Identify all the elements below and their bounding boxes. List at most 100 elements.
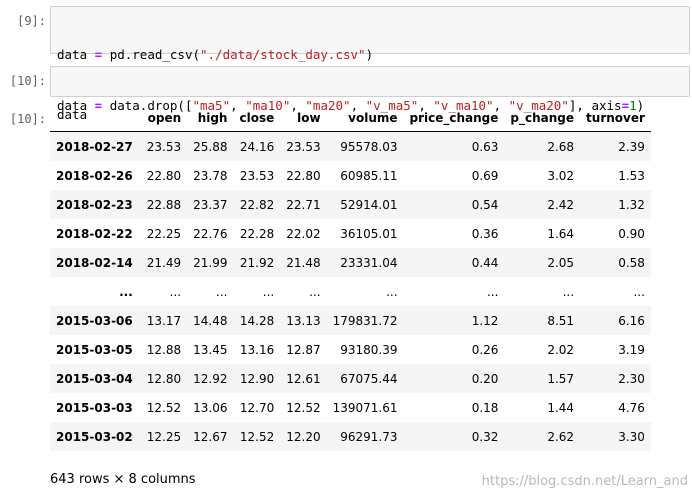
table-cell: 0.63: [471, 139, 499, 154]
row-index: 2015-03-03: [56, 400, 133, 415]
table-cell: 12.20: [286, 429, 321, 444]
table-cell: 3.30: [618, 429, 645, 444]
table-row: 2015-03-03 12.52 13.06 12.70 12.52 139071.61 0…: [50, 393, 651, 422]
table-cell: 0.18: [471, 400, 499, 415]
table-cell: 0.69: [471, 168, 499, 183]
column-header: low: [280, 104, 327, 132]
code-line: data = pd.read_csv("./data/stock_day.csv…: [57, 46, 683, 63]
table-cell: 12.70: [239, 400, 275, 415]
code-token: =: [87, 47, 110, 62]
table-cell: 25.88: [193, 139, 228, 154]
table-cell: 23.53: [146, 139, 182, 154]
column-header: high: [187, 104, 234, 132]
table-cell: 3.19: [618, 342, 645, 357]
table-cell: 22.28: [239, 226, 275, 241]
table-cell: 12.52: [146, 400, 182, 415]
table-cell: 0.58: [618, 255, 645, 270]
table-cell: 2.68: [547, 139, 575, 154]
input-prompt: [9]:: [17, 14, 46, 28]
table-cell: 12.25: [146, 429, 182, 444]
table-cell: 0.36: [471, 226, 499, 241]
table-cell: 12.67: [193, 429, 228, 444]
table-cell: 12.61: [286, 371, 321, 386]
table-cell: ...: [262, 284, 275, 299]
column-header: volume: [326, 104, 404, 132]
table-cell: 13.06: [193, 400, 228, 415]
table-cell: 6.16: [618, 313, 645, 328]
row-index: 2018-02-22: [56, 226, 133, 241]
table-cell: 2.02: [547, 342, 575, 357]
table-cell: 1.44: [547, 400, 575, 415]
code-editor[interactable]: data = pd.read_csv("./data/stock_day.csv…: [50, 6, 690, 113]
table-row: 2015-03-02 12.25 12.67 12.52 12.20 96291.73 0.…: [50, 422, 651, 451]
table-cell: 22.80: [286, 168, 321, 183]
column-header: price_change: [403, 104, 505, 132]
table-row: 2018-02-22 22.25 22.76 22.28 22.02 36105.01 0.…: [50, 219, 651, 248]
table-cell: 1.64: [547, 226, 575, 241]
watermark-text: https://blog.csdn.net/Learn_and: [481, 474, 688, 489]
table-row: 2015-03-06 13.17 14.48 14.28 13.13 179831.72 1…: [50, 306, 651, 335]
table-cell: 0.44: [471, 255, 499, 270]
table-cell: 22.80: [146, 168, 182, 183]
table-cell: ...: [633, 284, 645, 299]
table-cell: ...: [309, 284, 321, 299]
table-cell: 22.88: [146, 197, 182, 212]
table-cell: ...: [169, 284, 182, 299]
table-cell: 96291.73: [340, 429, 398, 444]
table-cell: 21.48: [286, 255, 321, 270]
table-cell: 21.49: [146, 255, 182, 270]
table-cell: 139071.61: [332, 400, 398, 415]
row-index: ...: [119, 284, 133, 299]
table-cell: 21.92: [239, 255, 275, 270]
table-cell: 1.12: [471, 313, 499, 328]
table-header-row: open high close low volume price_change p_chan…: [50, 104, 651, 132]
table-cell: 24.16: [239, 139, 275, 154]
table-cell: 1.32: [618, 197, 645, 212]
output-prompt: [10]:: [9, 112, 46, 126]
table-cell: 12.92: [193, 371, 228, 386]
table-cell: 23331.04: [340, 255, 398, 270]
row-index: 2018-02-27: [56, 139, 133, 154]
table-cell: 3.02: [547, 168, 575, 183]
table-row: ...........................: [50, 277, 651, 306]
table-cell: 23.78: [193, 168, 228, 183]
table-cell: 8.51: [547, 313, 575, 328]
table-cell: 21.99: [193, 255, 228, 270]
table-cell: ...: [562, 284, 575, 299]
table-cell: 95578.03: [340, 139, 398, 154]
table-cell: 12.87: [286, 342, 321, 357]
code-token: "./data/stock_day.csv": [200, 47, 366, 62]
table-cell: 14.48: [193, 313, 228, 328]
table-row: 2018-02-26 22.80 23.78 23.53 22.80 60985.11 0.…: [50, 161, 651, 190]
table-cell: 12.80: [146, 371, 182, 386]
table-cell: 1.53: [618, 168, 645, 183]
table-cell: ...: [486, 284, 499, 299]
table-cell: 22.76: [193, 226, 228, 241]
table-cell: 12.52: [239, 429, 275, 444]
table-cell: 52914.01: [340, 197, 398, 212]
table-cell: 2.62: [547, 429, 575, 444]
table-cell: 0.54: [471, 197, 499, 212]
row-index: 2015-03-06: [56, 313, 133, 328]
table-cell: ...: [386, 284, 398, 299]
code-editor[interactable]: data: [50, 66, 690, 122]
table-cell: 13.17: [146, 313, 182, 328]
table-cell: 12.52: [286, 400, 321, 415]
table-cell: 67075.44: [340, 371, 398, 386]
table-cell: 13.45: [193, 342, 228, 357]
table-cell: 23.53: [239, 168, 275, 183]
index-header: [50, 104, 141, 132]
table-cell: 22.82: [239, 197, 275, 212]
table-cell: 22.25: [146, 226, 182, 241]
table-cell: 22.02: [286, 226, 321, 241]
table-cell: 14.28: [239, 313, 275, 328]
table-cell: 2.30: [618, 371, 645, 386]
table-cell: 4.76: [618, 400, 645, 415]
table-cell: 0.20: [471, 371, 499, 386]
table-row: 2018-02-27 23.53 25.88 24.16 23.53 95578.03 0.…: [50, 131, 651, 161]
table-cell: 22.71: [286, 197, 321, 212]
table-cell: 13.13: [286, 313, 321, 328]
table-cell: 36105.01: [340, 226, 398, 241]
row-index: 2018-02-26: [56, 168, 133, 183]
table-row: 2018-02-14 21.49 21.99 21.92 21.48 23331.04 0.…: [50, 248, 651, 277]
